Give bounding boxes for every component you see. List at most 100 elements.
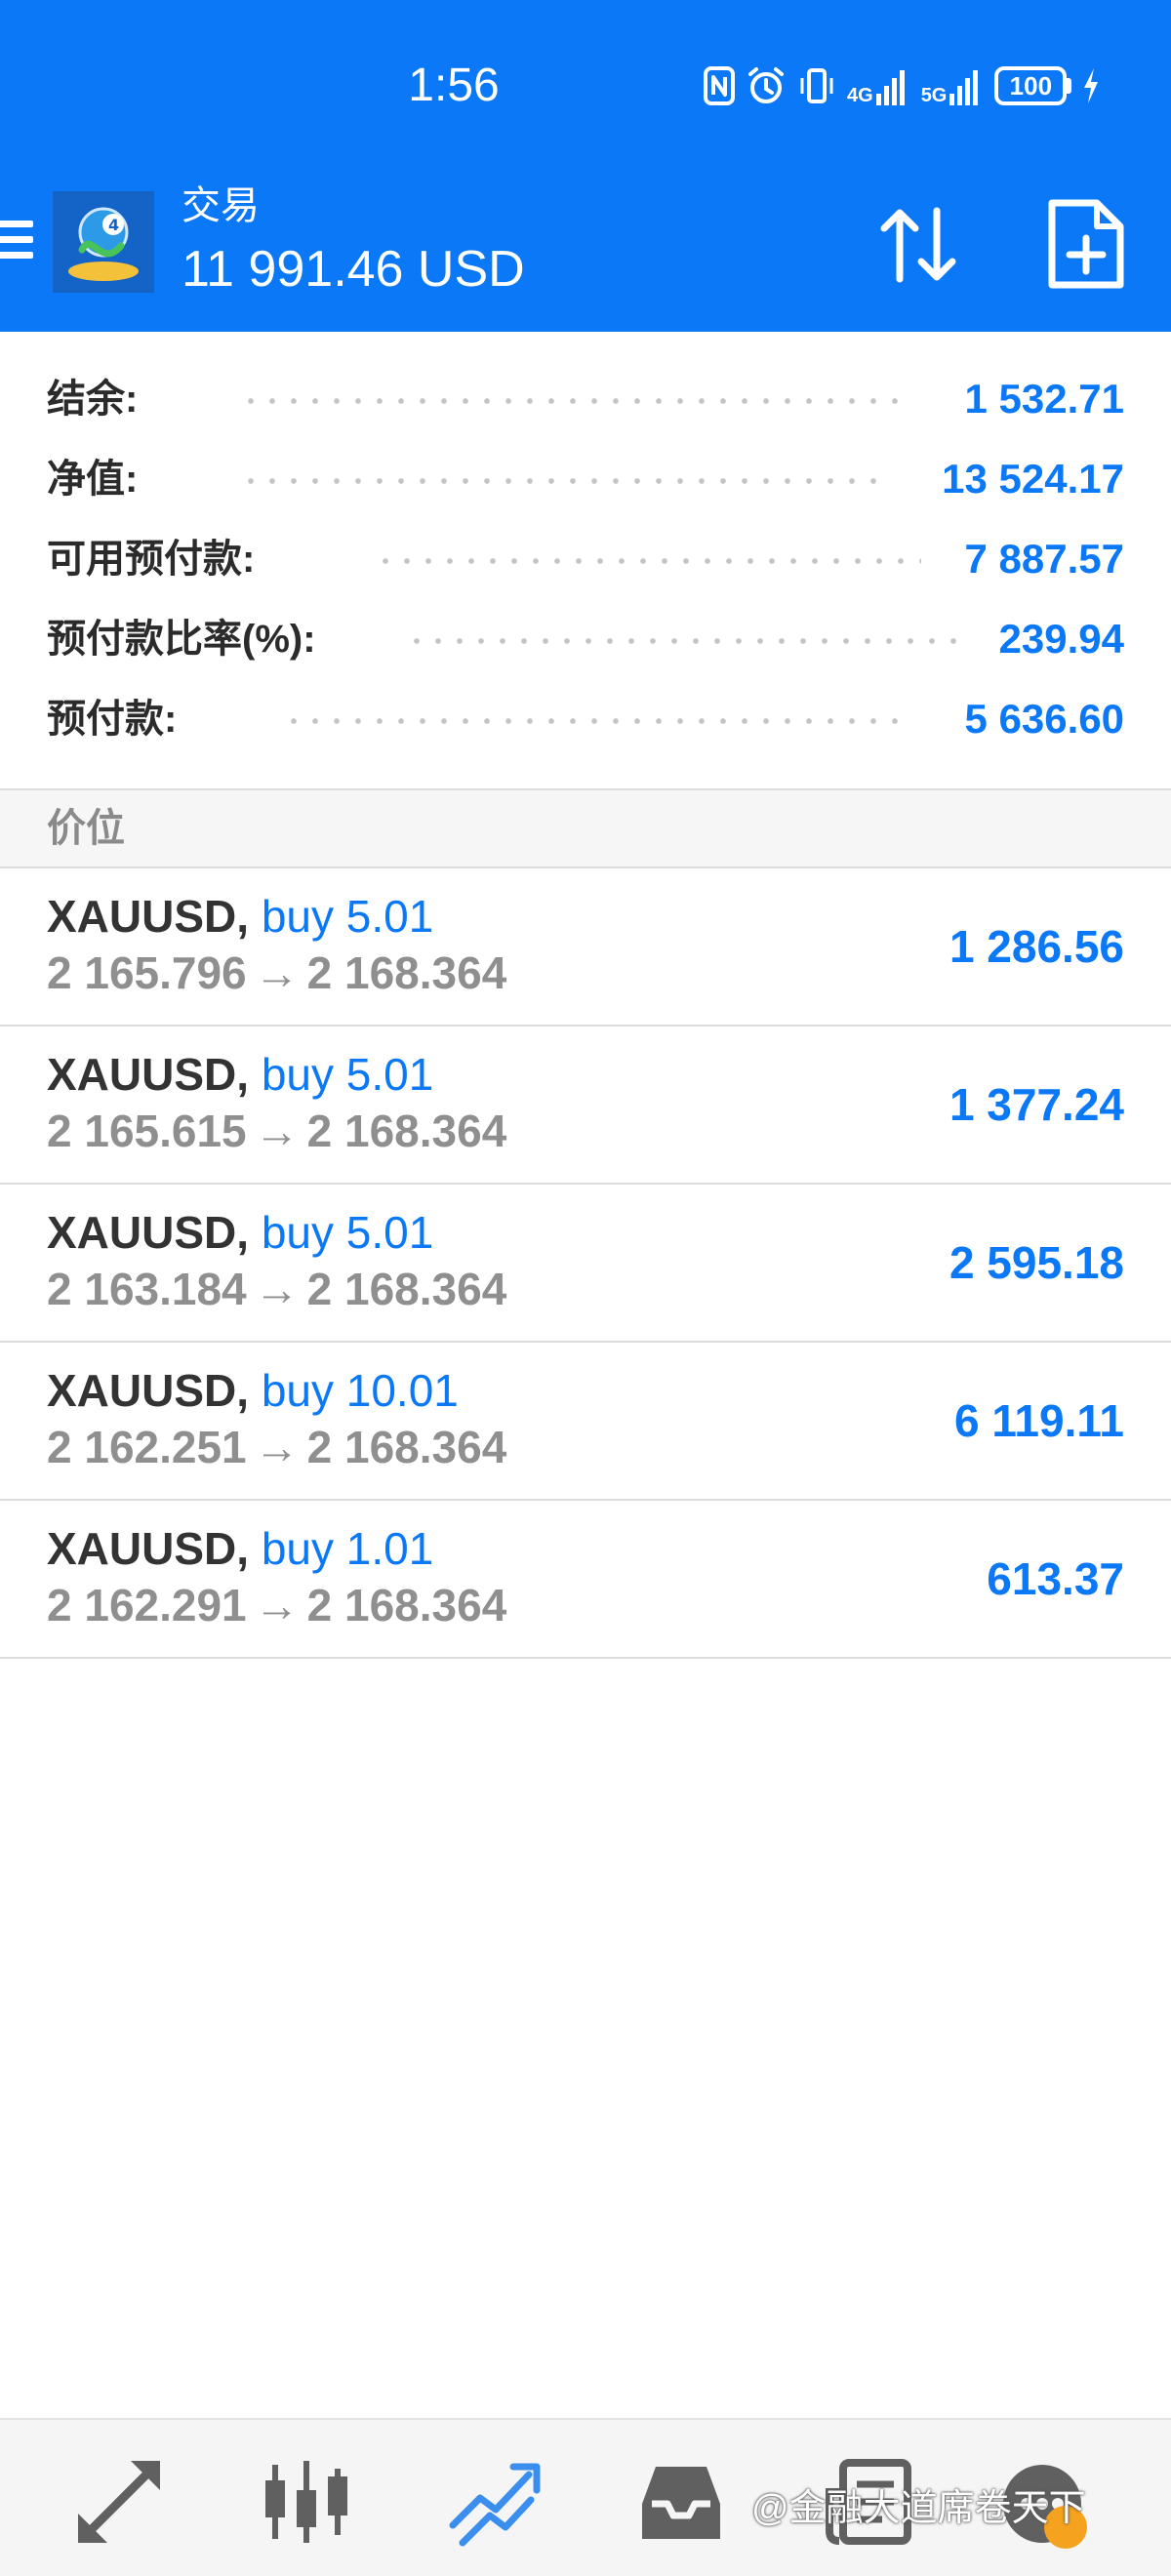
section-title: 价位 — [47, 807, 125, 850]
position-profit: 1 286.56 — [949, 921, 1124, 972]
current-price: 2 168.364 — [306, 1580, 507, 1630]
position-direction: buy 5.01 — [261, 891, 434, 942]
summary-value: 1 532.71 — [964, 376, 1125, 422]
nav-chart[interactable] — [258, 2453, 355, 2551]
position-symbol: XAUUSD, — [47, 1049, 250, 1100]
new-order-button[interactable] — [1044, 197, 1128, 293]
position-direction: buy 1.01 — [261, 1523, 434, 1574]
position-row[interactable]: XAUUSD, buy 5.01 2 165.615 → 2 168.364 1 3… — [0, 1026, 1171, 1185]
signal-bars-icon — [949, 70, 979, 105]
open-price: 2 163.184 — [47, 1264, 247, 1314]
history-icon — [642, 2467, 720, 2539]
top-bar: 1:56 4G 5G 100 4 交易 11 991.46 USD — [0, 0, 1171, 332]
charging-icon — [1084, 68, 1099, 103]
summary-label: 结余: — [47, 378, 139, 421]
current-price: 2 168.364 — [306, 947, 507, 998]
network-label-4g: 4G — [847, 85, 873, 106]
open-price: 2 165.615 — [47, 1106, 247, 1156]
summary-label: 预付款: — [47, 698, 178, 741]
file-plus-icon — [1048, 199, 1124, 289]
position-prices: 2 165.615 → 2 168.364 — [47, 1103, 506, 1159]
summary-label: 可用预付款: — [47, 538, 256, 581]
sort-button[interactable] — [872, 201, 966, 289]
quotes-icon — [78, 2461, 160, 2543]
position-profit: 1 377.24 — [949, 1079, 1124, 1130]
arrow-right-icon: → — [254, 1264, 300, 1314]
current-price: 2 168.364 — [306, 1106, 507, 1156]
summary-row-margin: 预付款: 5 636.60 — [0, 679, 1171, 759]
watermark-text: @金融大道席卷天下 — [751, 2488, 1086, 2529]
trade-icon — [449, 2463, 541, 2547]
positions-section-header: 价位 — [0, 788, 1171, 868]
status-icons: 4G 5G 100 — [703, 60, 1101, 111]
summary-value: 239.94 — [998, 616, 1124, 662]
vibrate-icon — [800, 68, 833, 103]
nfc-icon — [704, 66, 735, 105]
alarm-icon — [748, 67, 784, 103]
summary-label: 净值: — [47, 458, 139, 501]
summary-row-free-margin: 可用预付款: 7 887.57 — [0, 519, 1171, 599]
arrow-right-icon: → — [254, 1580, 300, 1630]
position-symbol: XAUUSD, — [47, 891, 250, 942]
position-symbol: XAUUSD, — [47, 1207, 250, 1258]
position-profit: 6 119.11 — [954, 1395, 1124, 1446]
battery: 100 — [994, 66, 1072, 105]
arrow-right-icon: → — [254, 947, 300, 998]
dot-leader — [406, 638, 960, 644]
svg-text:4: 4 — [108, 216, 119, 234]
signal-5g: 5G — [921, 66, 986, 105]
open-price: 2 162.251 — [47, 1422, 247, 1472]
current-price: 2 168.364 — [306, 1422, 507, 1472]
position-row[interactable]: XAUUSD, buy 10.01 2 162.251 → 2 168.364 6 … — [0, 1343, 1171, 1501]
account-summary: 结余: 1 532.71 净值: 13 524.17 可用预付款: 7 887.… — [0, 332, 1171, 788]
open-price: 2 162.291 — [47, 1580, 247, 1630]
position-prices: 2 162.291 → 2 168.364 — [47, 1577, 506, 1633]
positions-list: XAUUSD, buy 5.01 2 165.796 → 2 168.364 1 2… — [0, 868, 1171, 1659]
position-symbol: XAUUSD, — [47, 1365, 250, 1416]
open-price: 2 165.796 — [47, 947, 247, 998]
position-title: XAUUSD, buy 5.01 — [47, 1204, 433, 1261]
account-balance: 11 991.46 USD — [182, 241, 525, 298]
position-title: XAUUSD, buy 1.01 — [47, 1520, 433, 1577]
battery-tip — [1067, 78, 1072, 94]
position-title: XAUUSD, buy 5.01 — [47, 888, 433, 945]
battery-level: 100 — [994, 66, 1068, 105]
signal-bars-icon — [875, 70, 905, 105]
sort-arrows-icon — [880, 207, 956, 283]
position-prices: 2 163.184 → 2 168.364 — [47, 1261, 506, 1317]
dot-leader — [375, 558, 921, 564]
nav-quotes[interactable] — [70, 2453, 168, 2551]
position-profit: 2 595.18 — [949, 1237, 1124, 1288]
page-title: 交易 — [182, 184, 260, 227]
summary-value: 7 887.57 — [964, 536, 1125, 582]
nav-trade[interactable] — [445, 2453, 543, 2551]
position-direction: buy 5.01 — [261, 1049, 434, 1100]
dot-leader — [283, 718, 908, 724]
dot-leader — [240, 398, 913, 404]
position-title: XAUUSD, buy 10.01 — [47, 1362, 459, 1419]
position-prices: 2 162.251 → 2 168.364 — [47, 1419, 506, 1475]
network-label-5g: 5G — [920, 85, 948, 106]
mt4-logo-graphic: 4 — [53, 191, 154, 293]
chart-icon — [265, 2461, 347, 2543]
position-prices: 2 165.796 → 2 168.364 — [47, 945, 506, 1001]
summary-row-equity: 净值: 13 524.17 — [0, 439, 1171, 519]
position-profit: 613.37 — [987, 1553, 1124, 1604]
position-direction: buy 10.01 — [261, 1365, 459, 1416]
nav-history[interactable] — [632, 2453, 730, 2551]
position-row[interactable]: XAUUSD, buy 5.01 2 165.796 → 2 168.364 1 2… — [0, 868, 1171, 1026]
dot-leader — [240, 478, 884, 484]
current-price: 2 168.364 — [306, 1264, 507, 1314]
position-row[interactable]: XAUUSD, buy 1.01 2 162.291 → 2 168.364 613… — [0, 1501, 1171, 1659]
position-row[interactable]: XAUUSD, buy 5.01 2 163.184 → 2 168.364 2 5… — [0, 1185, 1171, 1343]
summary-row-margin-level: 预付款比率(%): 239.94 — [0, 599, 1171, 679]
arrow-right-icon: → — [254, 1422, 300, 1472]
hamburger-icon[interactable] — [0, 217, 33, 263]
summary-label: 预付款比率(%): — [47, 618, 316, 661]
arrow-right-icon: → — [254, 1106, 300, 1156]
position-title: XAUUSD, buy 5.01 — [47, 1046, 433, 1103]
mt4-logo: 4 — [53, 191, 154, 293]
position-direction: buy 5.01 — [261, 1207, 434, 1258]
summary-value: 13 524.17 — [942, 456, 1124, 502]
summary-row-balance: 结余: 1 532.71 — [0, 359, 1171, 439]
